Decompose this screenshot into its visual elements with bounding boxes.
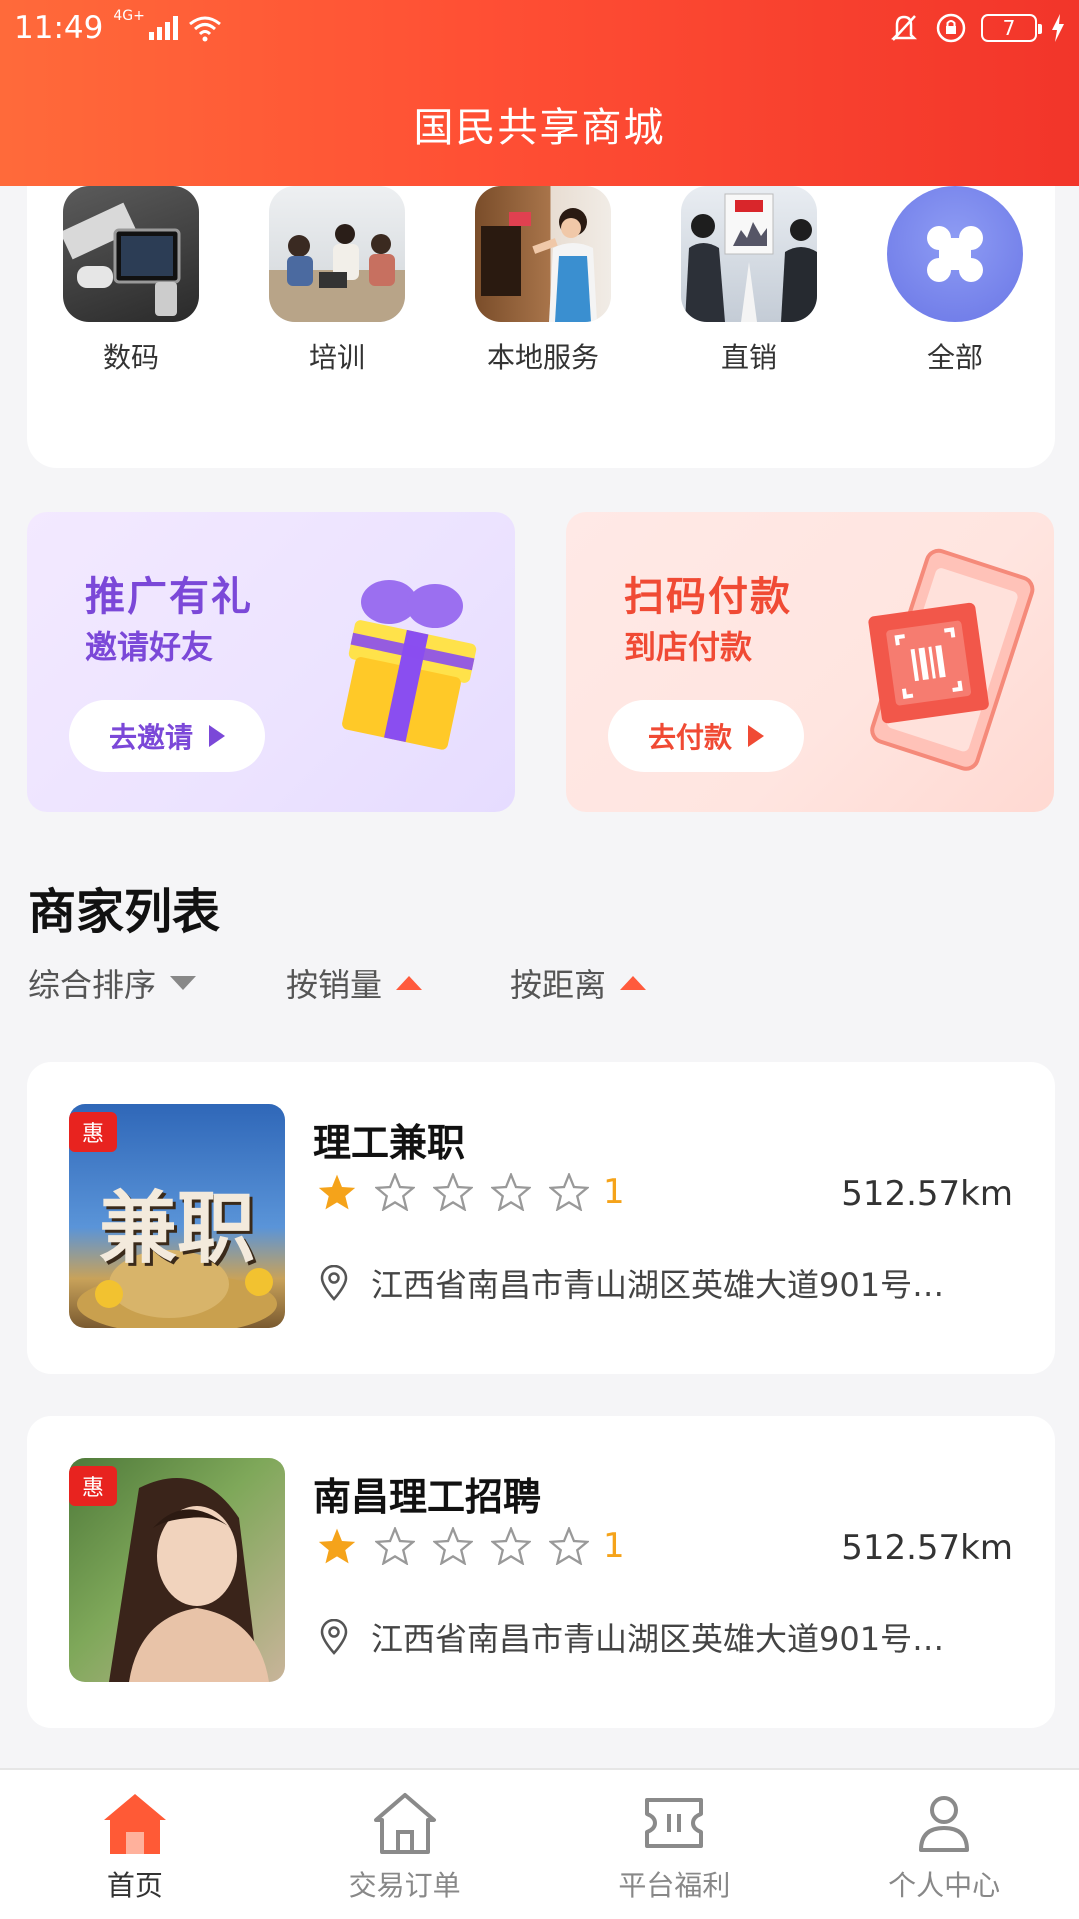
sort-default-label: 综合排序 — [28, 966, 157, 1004]
page-title: 国民共享商城 — [413, 105, 666, 151]
merchant-address: 江西省南昌市青山湖区英雄大道901号… — [319, 1260, 944, 1306]
location-pin-icon — [320, 1265, 348, 1301]
tab-label: 首页 — [106, 1869, 163, 1902]
merchant-photo: 惠 — [69, 1458, 285, 1682]
merchant-photo: 惠 兼职 — [69, 1104, 285, 1328]
sort-by-distance-label: 按距离 — [510, 966, 607, 1004]
status-time: 11:49 — [14, 10, 104, 46]
category-label: 本地服务 — [486, 341, 599, 374]
battery-indicator: 7 — [981, 14, 1042, 42]
merchant-name: 南昌理工招聘 — [313, 1475, 542, 1519]
merchant-address-text: 江西省南昌市青山湖区英雄大道901号… — [371, 1620, 945, 1658]
merchant-card[interactable]: 惠 南昌理工招聘 1 512.57km 江西省南昌市青山湖区英雄大道901号… — [27, 1416, 1055, 1728]
tab-profile[interactable]: 个人中心 — [809, 1770, 1079, 1919]
tab-orders[interactable]: 交易订单 — [270, 1770, 540, 1919]
tab-benefits[interactable]: 平台福利 — [540, 1770, 810, 1919]
sort-bar: 综合排序 按销量 按距离 — [28, 958, 647, 1008]
play-arrow-icon — [748, 725, 764, 747]
tab-label: 平台福利 — [618, 1869, 731, 1902]
invite-button-label: 去邀请 — [108, 721, 193, 754]
star-empty-icon — [433, 1527, 473, 1565]
star-empty-icon — [433, 1173, 473, 1211]
caret-up-icon — [396, 976, 423, 990]
category-all[interactable]: 全部 — [885, 186, 1025, 376]
battery-level: 7 — [1002, 16, 1016, 40]
play-arrow-icon — [209, 725, 225, 747]
discount-badge: 惠 — [69, 1112, 117, 1152]
star-empty-icon — [549, 1527, 589, 1565]
star-empty-icon — [549, 1173, 589, 1211]
sort-by-sales-label: 按销量 — [286, 966, 383, 1004]
app-header: 11:49 4G+ 7 国民共享商城 — [0, 0, 1079, 186]
rating-stars: 1 — [317, 1526, 625, 1566]
presentation-photo — [681, 186, 817, 322]
invite-banner[interactable]: 推广有礼 邀请好友 去邀请 — [27, 512, 515, 812]
invite-banner-title: 推广有礼 — [85, 574, 253, 620]
merchant-card[interactable]: 惠 兼职 理工兼职 1 512.57km 江西省南昌市青山湖区英雄大道901号… — [27, 1062, 1055, 1374]
orders-icon — [373, 1793, 436, 1854]
merchant-photo-text: 兼职 — [98, 1184, 255, 1274]
star-empty-icon — [491, 1173, 531, 1211]
signal-icon — [148, 16, 178, 40]
sort-by-distance[interactable]: 按距离 — [510, 960, 647, 1006]
ticket-icon — [645, 1798, 704, 1848]
discount-badge: 惠 — [69, 1466, 117, 1506]
mute-icon — [890, 15, 918, 41]
star-empty-icon — [491, 1527, 531, 1565]
network-type: 4G+ — [113, 8, 145, 24]
star-filled-icon — [318, 1174, 356, 1210]
category-local-service[interactable]: 本地服务 — [473, 186, 613, 376]
invite-banner-subtitle: 邀请好友 — [85, 628, 214, 666]
devices-photo — [63, 186, 199, 322]
rating-stars: 1 — [317, 1172, 625, 1212]
scan-phone-icon — [868, 548, 1035, 771]
wifi-icon — [188, 16, 221, 42]
merchant-distance: 512.57km — [841, 1174, 1013, 1214]
merchant-distance: 512.57km — [841, 1528, 1013, 1568]
caret-up-icon — [620, 976, 647, 990]
pay-banner[interactable]: 扫码付款 到店付款 去付款 — [566, 512, 1054, 812]
category-training[interactable]: 培训 — [267, 186, 407, 376]
star-empty-icon — [375, 1527, 415, 1565]
category-direct-sales[interactable]: 直销 — [679, 186, 819, 376]
merchant-address: 江西省南昌市青山湖区英雄大道901号… — [319, 1614, 944, 1660]
sort-by-sales[interactable]: 按销量 — [286, 960, 510, 1006]
merchant-address-text: 江西省南昌市青山湖区英雄大道901号… — [371, 1266, 945, 1304]
location-pin-icon — [320, 1619, 348, 1655]
pay-banner-subtitle: 到店付款 — [624, 628, 753, 666]
sort-default[interactable]: 综合排序 — [28, 960, 286, 1006]
bottom-tab-bar: 首页 交易订单 平台福利 个人中心 — [0, 1768, 1079, 1919]
star-empty-icon — [375, 1173, 415, 1211]
home-icon — [103, 1794, 166, 1854]
rating-value: 1 — [603, 1526, 625, 1566]
caret-down-icon — [170, 976, 197, 990]
charging-icon — [1052, 14, 1064, 42]
category-panel: 数码 培训 本地服务 直销 全部 — [27, 186, 1055, 468]
merchant-list-title: 商家列表 — [28, 884, 221, 940]
merchant-name: 理工兼职 — [313, 1121, 466, 1165]
user-icon — [919, 1796, 970, 1852]
tab-home[interactable]: 首页 — [0, 1770, 270, 1919]
category-label: 全部 — [926, 341, 983, 374]
rating-value: 1 — [603, 1172, 625, 1212]
rotation-lock-icon — [936, 13, 966, 43]
tab-label: 交易订单 — [348, 1869, 461, 1902]
pay-button-label: 去付款 — [647, 721, 732, 754]
pay-banner-title: 扫码付款 — [624, 574, 792, 620]
category-label: 培训 — [308, 341, 365, 374]
training-photo — [269, 186, 405, 322]
tab-label: 个人中心 — [888, 1869, 1001, 1902]
cleaning-photo — [475, 186, 611, 322]
gift-icon — [342, 580, 477, 750]
category-label: 数码 — [102, 341, 159, 374]
pay-button[interactable]: 去付款 — [608, 700, 804, 772]
invite-button[interactable]: 去邀请 — [69, 700, 265, 772]
status-bar: 11:49 4G+ 7 — [14, 8, 1065, 48]
category-digital[interactable]: 数码 — [61, 186, 201, 376]
category-label: 直销 — [720, 341, 777, 374]
star-filled-icon — [318, 1528, 356, 1564]
grid-icon — [887, 186, 1023, 322]
